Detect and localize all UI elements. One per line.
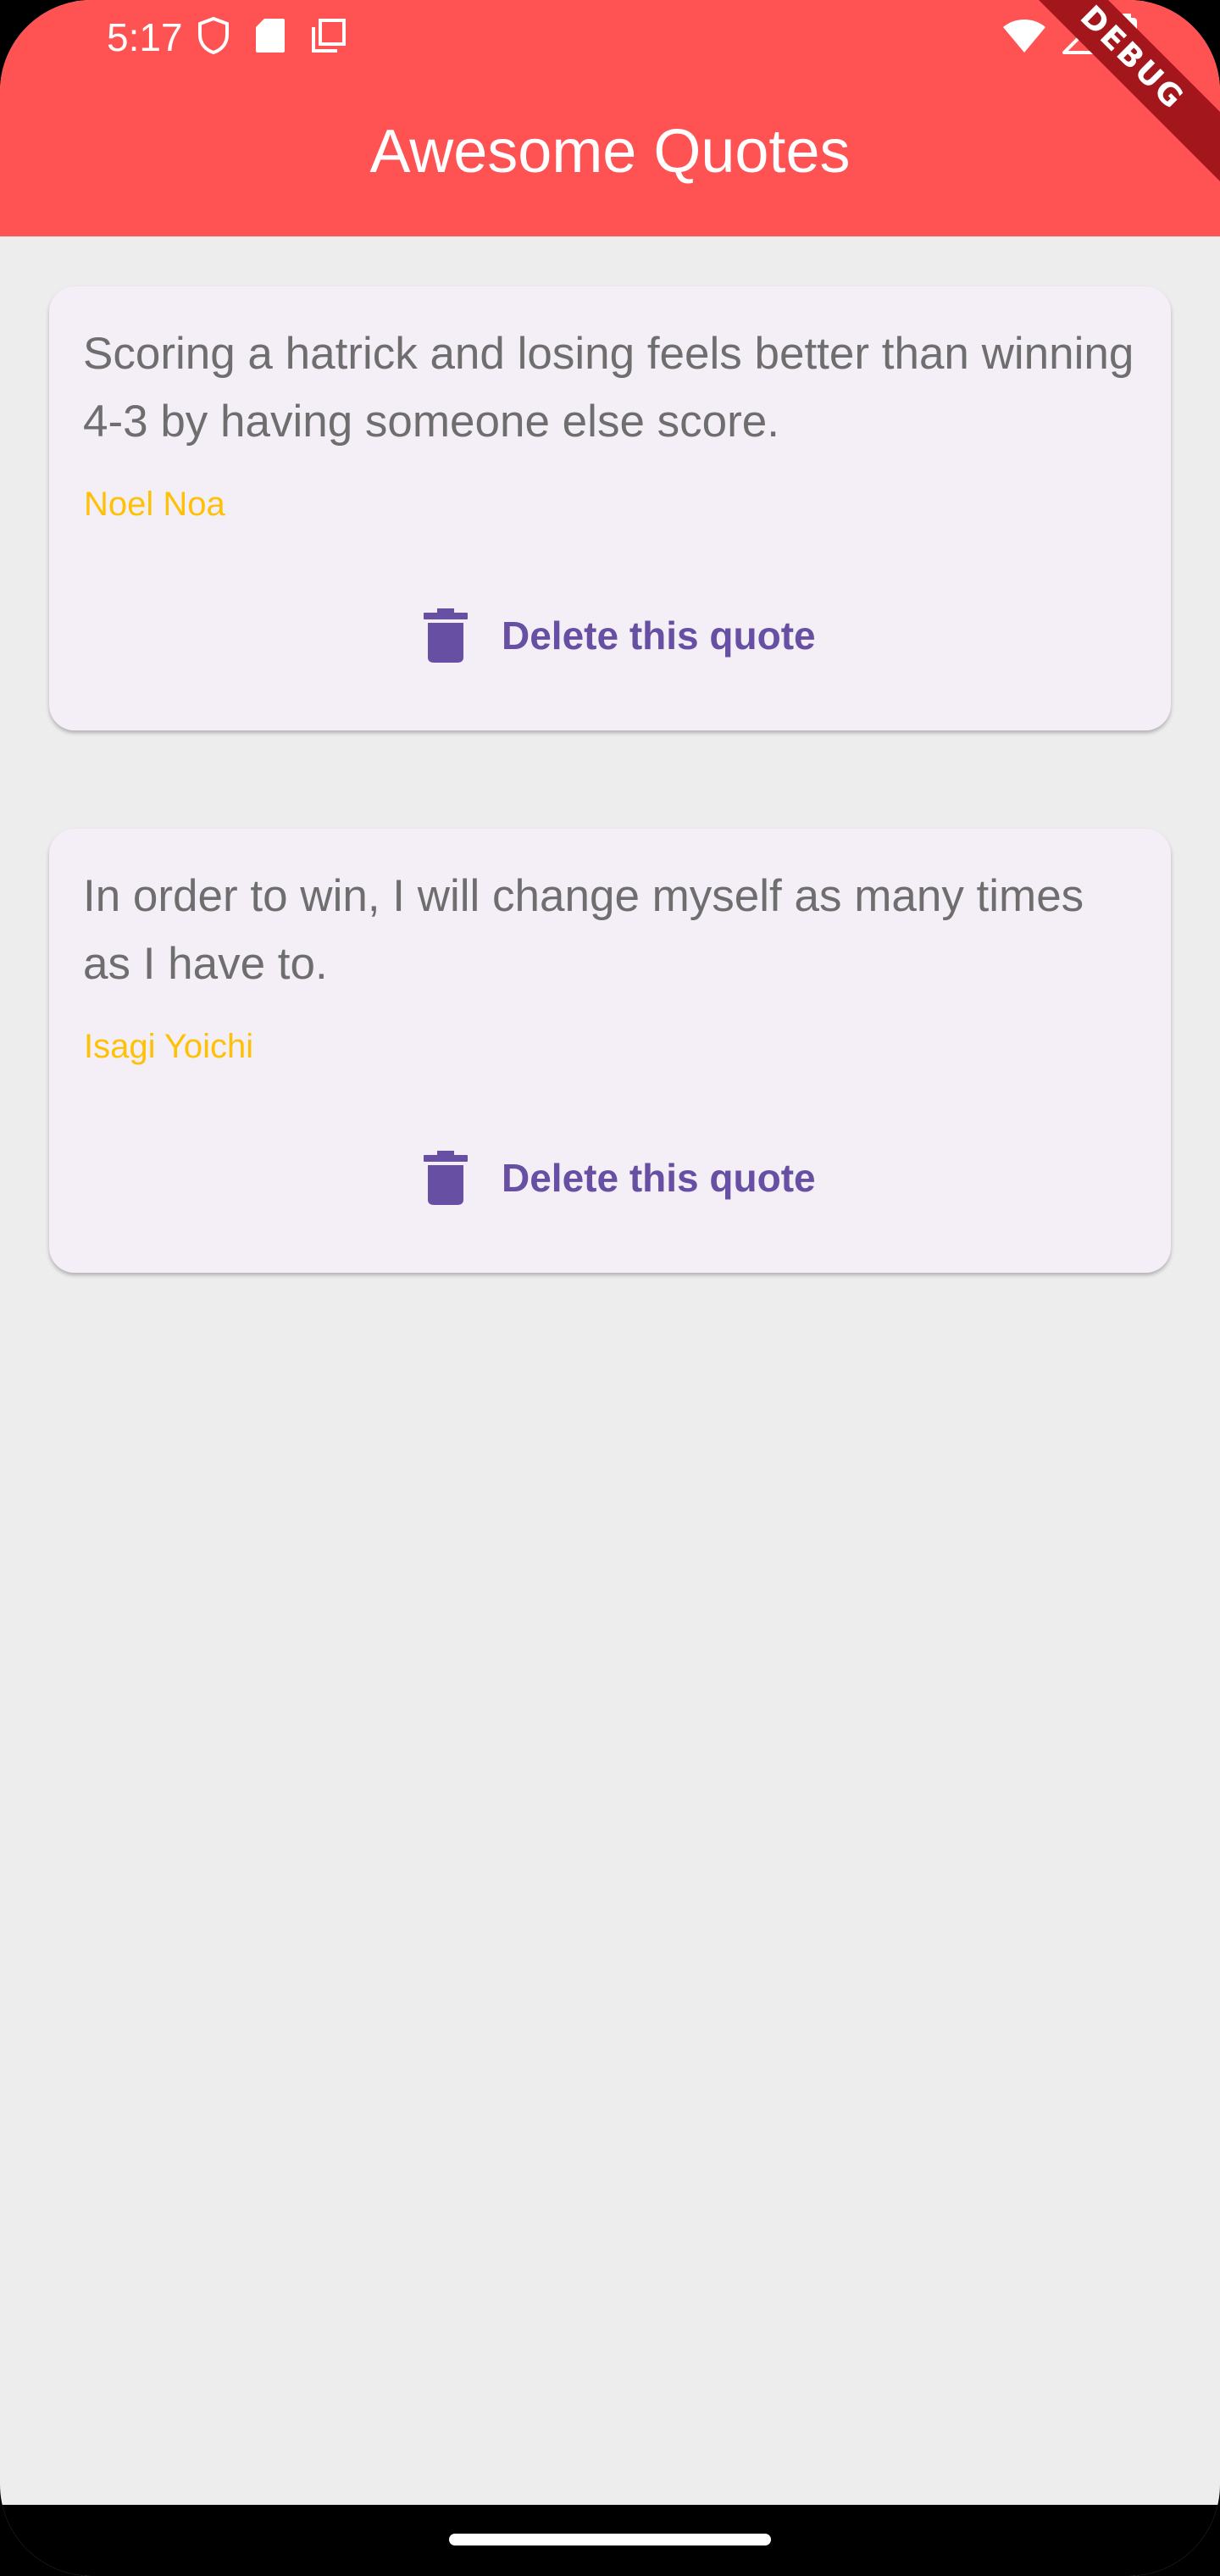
sd-card-icon bbox=[254, 17, 286, 58]
delete-quote-label: Delete this quote bbox=[502, 613, 816, 658]
delete-quote-button[interactable]: Delete this quote bbox=[405, 593, 833, 678]
trash-icon bbox=[422, 1151, 469, 1205]
delete-quote-label: Delete this quote bbox=[502, 1156, 816, 1200]
copy-icon bbox=[310, 17, 347, 58]
home-gesture-handle[interactable] bbox=[449, 2534, 771, 2545]
phone-screen: 5:17 Awesome Quotes DEBUG Scoring a hatr… bbox=[0, 0, 1220, 2576]
quote-author: Isagi Yoichi bbox=[84, 1028, 254, 1065]
delete-quote-button[interactable]: Delete this quote bbox=[405, 1135, 833, 1220]
wifi-icon bbox=[1001, 17, 1047, 58]
status-time: 5:17 bbox=[107, 15, 183, 59]
trash-icon bbox=[422, 608, 469, 663]
quote-text: Scoring a hatrick and losing feels bette… bbox=[83, 329, 1134, 447]
shield-icon bbox=[197, 16, 230, 59]
quote-card: Scoring a hatrick and losing feels bette… bbox=[49, 286, 1171, 730]
system-navigation-bar bbox=[0, 2505, 1220, 2576]
quote-list: Scoring a hatrick and losing feels bette… bbox=[49, 286, 1171, 1371]
quote-text: In order to win, I will change myself as… bbox=[83, 871, 1084, 989]
quote-card: In order to win, I will change myself as… bbox=[49, 829, 1171, 1273]
quote-author: Noel Noa bbox=[84, 486, 225, 523]
app-title: Awesome Quotes bbox=[369, 118, 851, 186]
app-bar: 5:17 Awesome Quotes DEBUG bbox=[0, 0, 1220, 236]
status-icons-left bbox=[197, 14, 347, 61]
